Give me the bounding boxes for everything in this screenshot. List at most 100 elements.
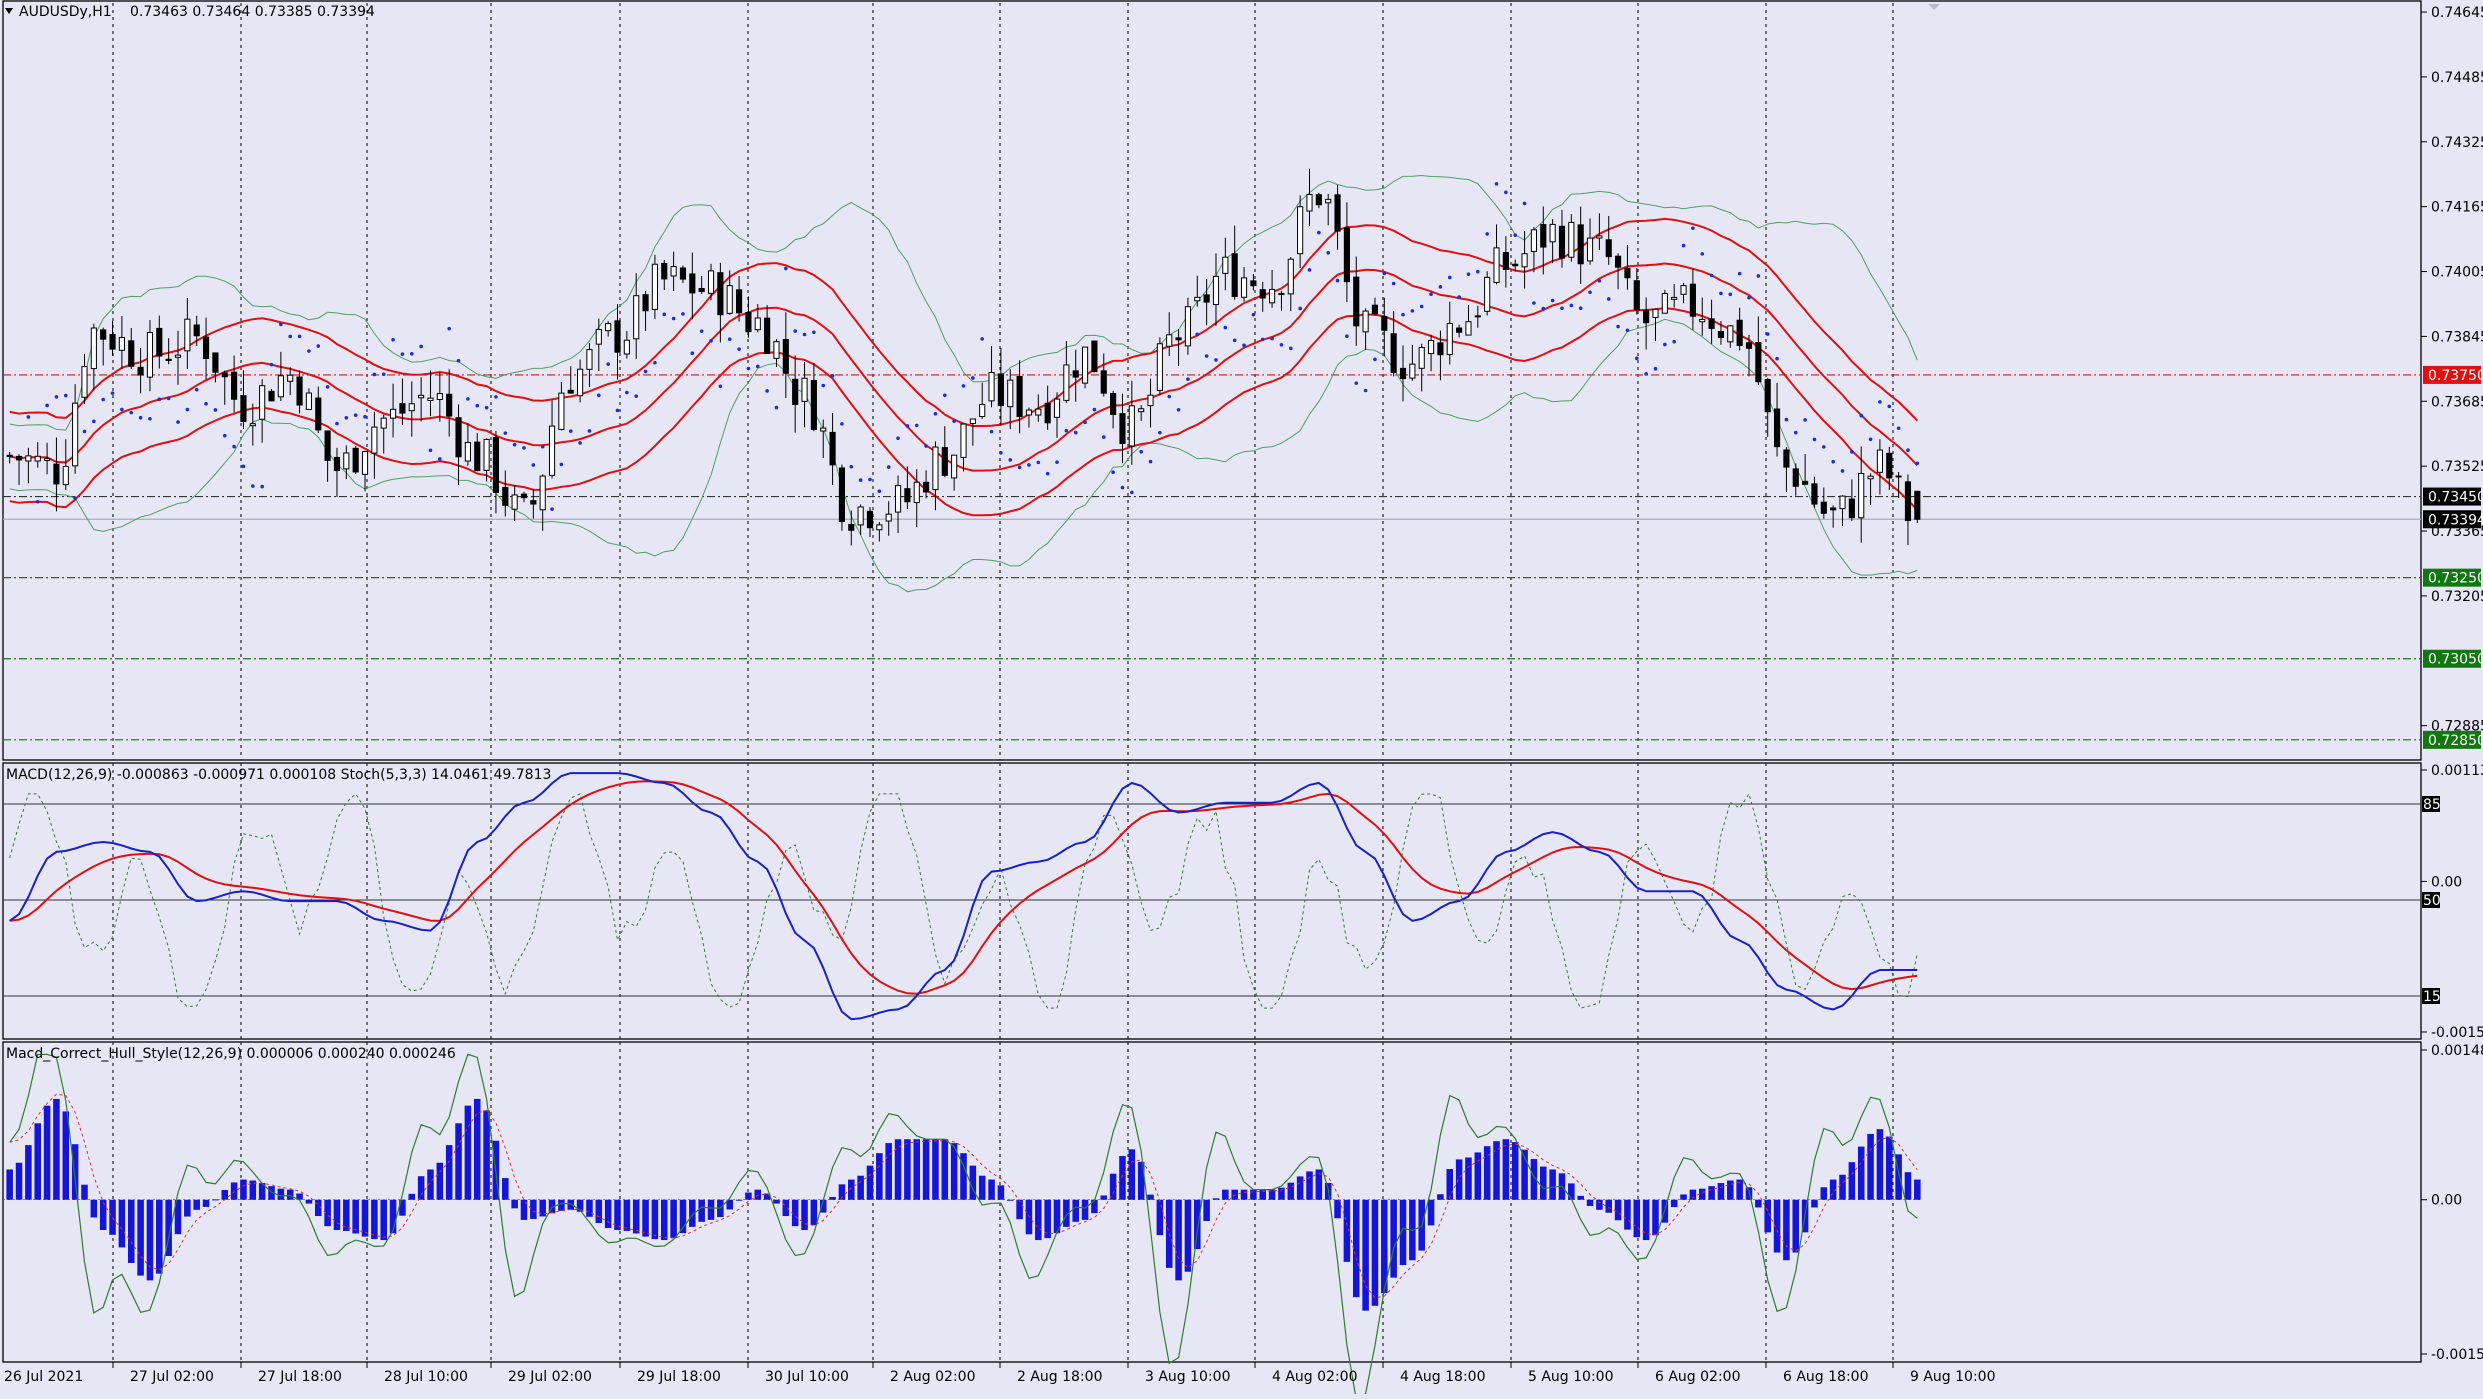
- hull-bar: [1502, 1139, 1510, 1200]
- sar-dot: [456, 358, 461, 363]
- candle-body: [1297, 206, 1304, 255]
- hull-bar: [146, 1199, 154, 1281]
- sar-dot: [1288, 346, 1293, 351]
- candle-body: [90, 327, 97, 370]
- sar-dot: [1822, 445, 1826, 449]
- hull-bar: [698, 1199, 705, 1222]
- hull-bar: [1792, 1199, 1800, 1253]
- sar-dot: [1382, 271, 1387, 276]
- candle-body: [1615, 255, 1622, 268]
- candle-body: [6, 454, 13, 457]
- candle-body: [1362, 310, 1369, 333]
- sar-dot: [587, 429, 592, 433]
- candle-body: [1156, 343, 1163, 391]
- sar-dot: [157, 397, 162, 402]
- sar-dot: [681, 312, 685, 316]
- candle-body: [1830, 507, 1837, 511]
- sar-dot: [512, 442, 517, 447]
- sar-dot: [653, 360, 657, 365]
- hull-bar: [6, 1169, 13, 1200]
- sar-dot: [1485, 232, 1489, 236]
- candle-body: [1418, 347, 1425, 369]
- time-label: 5 Aug 10:00: [1528, 1369, 1614, 1385]
- sar-dot: [438, 457, 442, 461]
- sar-dot: [1700, 252, 1705, 256]
- time-label: 27 Jul 18:00: [258, 1369, 342, 1385]
- candle-body: [1839, 495, 1846, 510]
- sar-dot: [251, 484, 255, 488]
- sar-dot: [914, 423, 919, 428]
- hull-bar: [502, 1178, 509, 1200]
- sar-dot: [54, 395, 59, 399]
- candle-body: [408, 403, 415, 412]
- candle-body: [567, 389, 574, 394]
- sar-dot: [1644, 372, 1648, 376]
- candle-body: [53, 463, 60, 485]
- sar-dot: [1251, 312, 1256, 317]
- candle-body: [1820, 501, 1827, 514]
- candle-body: [1736, 319, 1743, 346]
- candle-body: [34, 455, 41, 462]
- candle-body: [820, 427, 827, 432]
- candle-body: [1586, 237, 1594, 262]
- candle-body: [1755, 342, 1762, 383]
- candle-body: [1521, 253, 1528, 268]
- hull-bar: [857, 1175, 864, 1200]
- candle-body: [1802, 480, 1809, 485]
- sar-dot: [784, 266, 788, 271]
- hull-bar: [473, 1098, 481, 1200]
- sar-dot: [204, 401, 208, 406]
- sar-dot: [1719, 291, 1723, 296]
- stoch-level-label: 85: [2423, 797, 2441, 813]
- sar-dot: [1457, 295, 1461, 299]
- sar-dot: [1887, 404, 1892, 409]
- candle-body: [1250, 280, 1257, 287]
- candle-body: [633, 295, 640, 340]
- sar-dot: [1345, 334, 1349, 338]
- candle-body: [1811, 483, 1818, 505]
- sar-dot: [1223, 325, 1228, 330]
- sar-dot: [802, 332, 807, 337]
- sar-dot: [1270, 336, 1274, 341]
- candle-body: [1792, 468, 1799, 487]
- hull-bar: [1016, 1199, 1023, 1220]
- candle-body: [81, 366, 88, 398]
- sar-dot: [924, 444, 928, 448]
- sar-dot: [550, 507, 554, 511]
- candle-body: [128, 340, 135, 367]
- candle-body: [464, 441, 471, 462]
- hull-bar: [1568, 1183, 1575, 1200]
- sar-dot: [1775, 356, 1779, 361]
- candle-body: [324, 430, 331, 461]
- candle-body: [1166, 334, 1173, 347]
- hull-bar: [660, 1199, 668, 1241]
- sar-dot: [1915, 461, 1920, 466]
- candle-body: [231, 371, 238, 400]
- sar-dot: [699, 329, 704, 333]
- hull-bar: [1240, 1189, 1248, 1200]
- sar-dot: [774, 405, 779, 410]
- sar-dot: [45, 403, 49, 408]
- sar-dot: [1260, 337, 1265, 342]
- candle-body: [1381, 316, 1388, 331]
- sar-dot: [381, 372, 386, 376]
- trading-chart[interactable]: 0.74645 0.74485 0.74325 0.74165 0.74005 0.738…: [0, 0, 2483, 1399]
- candle-body: [1325, 198, 1332, 204]
- sar-dot: [559, 462, 564, 467]
- sar-dot: [176, 420, 180, 424]
- time-label: 2 Aug 02:00: [890, 1369, 976, 1385]
- hull-bar: [352, 1199, 359, 1234]
- hull-bar: [586, 1199, 593, 1217]
- hull-bar: [810, 1199, 818, 1226]
- candle-body: [614, 320, 621, 353]
- candle-body: [1876, 449, 1883, 473]
- candle-body: [1568, 221, 1575, 258]
- hull-bar: [1474, 1152, 1482, 1200]
- sar-dot: [858, 478, 863, 482]
- candle-body: [1081, 346, 1089, 384]
- candle-body: [1269, 288, 1276, 304]
- hull-bar: [483, 1110, 490, 1200]
- sar-dot: [269, 362, 274, 367]
- sar-dot: [933, 411, 938, 416]
- candle-body: [595, 329, 602, 345]
